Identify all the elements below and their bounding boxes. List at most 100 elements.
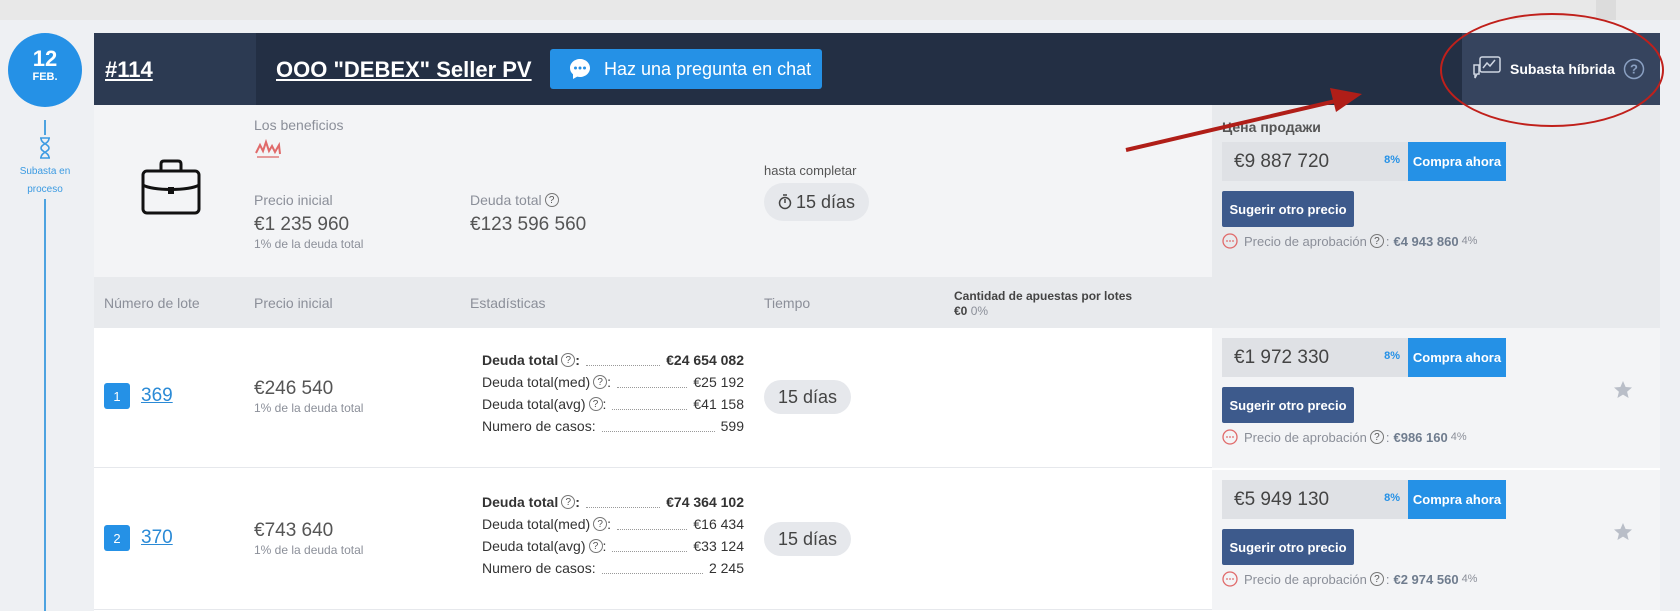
- help-icon[interactable]: ?: [561, 353, 576, 367]
- approval-value: €4 943 860: [1393, 233, 1459, 249]
- approval-pct: 4%: [1461, 573, 1478, 585]
- lot-link[interactable]: 369: [141, 385, 173, 407]
- stat-cases-value: 599: [720, 418, 744, 434]
- approval-label: Precio de aprobación: [1244, 571, 1367, 587]
- buy-now-button[interactable]: Compra ahora: [1408, 338, 1506, 377]
- time-left: 15 días: [796, 191, 856, 212]
- stat-average-label: Deuda total(avg): [482, 396, 586, 412]
- approval-price: Precio de aprobación ? : €986 160 4%: [1222, 429, 1467, 445]
- stat-median: Deuda total(med)?: €25 192: [482, 374, 744, 390]
- initial-price-value: €1 235 960: [254, 214, 350, 235]
- sale-price-pct: 8%: [1384, 154, 1400, 166]
- buy-now-button[interactable]: Compra ahora: [1408, 142, 1506, 181]
- stat-cases-label: Numero de casos:: [482, 560, 596, 576]
- approval-label: Precio de aprobación: [1244, 233, 1367, 249]
- date-badge: 12 FEB.: [8, 33, 82, 107]
- table-row: 1 369 €246 540 1% de la deuda total Deud…: [94, 328, 1660, 468]
- favorite-star-icon[interactable]: [1613, 380, 1633, 400]
- stopwatch-icon: [778, 194, 792, 210]
- briefcase-icon: [141, 159, 201, 215]
- bids-value: €0: [954, 304, 968, 318]
- lot-price-panel: €5 949 130 8% Compra ahora Sugerir otro …: [1212, 470, 1660, 610]
- lot-time-pill: 15 días: [764, 522, 852, 556]
- annotation-ellipse: [1440, 13, 1664, 127]
- approval-value: €2 974 560: [1393, 571, 1459, 587]
- lot-initial-note: 1% de la deuda total: [254, 543, 364, 557]
- lot-price-panel: €1 972 330 8% Compra ahora Sugerir otro …: [1212, 328, 1660, 468]
- sale-price-label: Цена продажи: [1222, 119, 1321, 135]
- help-icon[interactable]: ?: [1369, 234, 1384, 248]
- total-debt-label: Deuda total: [470, 192, 542, 208]
- buy-now-button[interactable]: Compra ahora: [1408, 480, 1506, 519]
- top-bar: [0, 0, 1680, 20]
- stat-average: Deuda total(avg)?: €33 124: [482, 538, 744, 554]
- stat-median: Deuda total(med)?: €16 434: [482, 516, 744, 532]
- suggest-price-button[interactable]: Sugerir otro precio: [1222, 529, 1354, 565]
- approval-price: Precio de aprobación ? : €2 974 560 4%: [1222, 571, 1477, 587]
- date-day: 12: [32, 46, 58, 71]
- seller-link[interactable]: OOO "DEBEX" Seller PV: [276, 57, 532, 83]
- time-left-pill: 15 días: [764, 183, 870, 221]
- initial-price-label: Precio inicial: [254, 192, 333, 208]
- approval-pct: 4%: [1461, 235, 1478, 247]
- stat-total-value: €24 654 082: [666, 352, 744, 368]
- col-initial-price: Precio inicial: [254, 295, 333, 311]
- lot-initial-price: €743 640: [254, 520, 334, 541]
- status-label: Subasta en proceso: [19, 166, 71, 195]
- lot-initial-note: 1% de la deuda total: [254, 401, 364, 415]
- lot-time-pill: 15 días: [764, 380, 852, 414]
- lot-number-box: #114: [94, 33, 256, 105]
- stat-average-value: €33 124: [693, 538, 744, 554]
- lot-price-field: €5 949 130 8%: [1222, 480, 1408, 519]
- col-lot-number: Número de lote: [104, 295, 200, 311]
- help-icon[interactable]: ?: [588, 539, 603, 553]
- help-icon[interactable]: ?: [593, 375, 608, 389]
- approval-label: Precio de aprobación: [1244, 429, 1367, 445]
- lot-initial-price: €246 540: [254, 378, 334, 399]
- lot-time: 15 días: [778, 386, 838, 407]
- lot-price-field: €1 972 330 8%: [1222, 338, 1408, 377]
- suggest-price-button[interactable]: Sugerir otro precio: [1222, 191, 1354, 227]
- col-bids-total: €0 0%: [954, 304, 988, 318]
- pending-icon: [1222, 571, 1238, 587]
- help-icon[interactable]: ?: [588, 397, 603, 411]
- total-debt-value: €123 596 560: [470, 214, 587, 235]
- stat-cases: Numero de casos: 599: [482, 416, 744, 436]
- help-icon[interactable]: ?: [544, 193, 559, 207]
- stat-cases-value: 2 245: [708, 560, 744, 576]
- col-stats: Estadísticas: [470, 295, 546, 311]
- approval-value: €986 160: [1393, 429, 1448, 445]
- help-icon[interactable]: ?: [593, 517, 608, 531]
- help-icon[interactable]: ?: [1369, 572, 1384, 586]
- auction-number-link[interactable]: #114: [105, 57, 153, 83]
- chat-button[interactable]: Haz una pregunta en chat: [550, 49, 822, 89]
- stat-median-label: Deuda total(med): [482, 374, 591, 390]
- lot-price-value: €5 949 130: [1234, 488, 1330, 510]
- stat-total-label: Deuda total: [482, 352, 559, 368]
- sale-price-field: €9 887 720 8%: [1222, 142, 1408, 181]
- top-bar-edge: [1596, 0, 1616, 20]
- stat-average-value: €41 158: [693, 396, 744, 412]
- pending-icon: [1222, 429, 1238, 445]
- lot-time: 15 días: [778, 528, 838, 549]
- help-icon[interactable]: ?: [1369, 430, 1384, 444]
- suggest-price-button[interactable]: Sugerir otro precio: [1222, 387, 1354, 423]
- stat-total-label: Deuda total: [482, 494, 559, 510]
- until-label: hasta completar: [764, 163, 857, 178]
- sale-price-row: €9 887 720 8% Compra ahora: [1222, 142, 1506, 181]
- total-debt-label-wrap: Deuda total ?: [470, 192, 559, 208]
- stat-total-value: €74 364 102: [666, 494, 744, 510]
- stat-average-label: Deuda total(avg): [482, 538, 586, 554]
- benefits-logo-icon: [255, 139, 281, 158]
- auction-header: #114 OOO "DEBEX" Seller PV Haz una pregu…: [94, 33, 1660, 105]
- benefits-label: Los beneficios: [254, 117, 344, 133]
- lot-price-row: €1 972 330 8% Compra ahora: [1222, 338, 1506, 377]
- initial-price-note: 1% de la deuda total: [254, 237, 364, 251]
- lot-link[interactable]: 370: [141, 527, 173, 549]
- favorite-star-icon[interactable]: [1613, 522, 1633, 542]
- date-month: FEB.: [32, 71, 58, 83]
- stat-cases: Numero de casos: 2 245: [482, 558, 744, 578]
- sale-price-value: €9 887 720: [1234, 150, 1330, 172]
- stat-average: Deuda total(avg)?: €41 158: [482, 396, 744, 412]
- help-icon[interactable]: ?: [561, 495, 576, 509]
